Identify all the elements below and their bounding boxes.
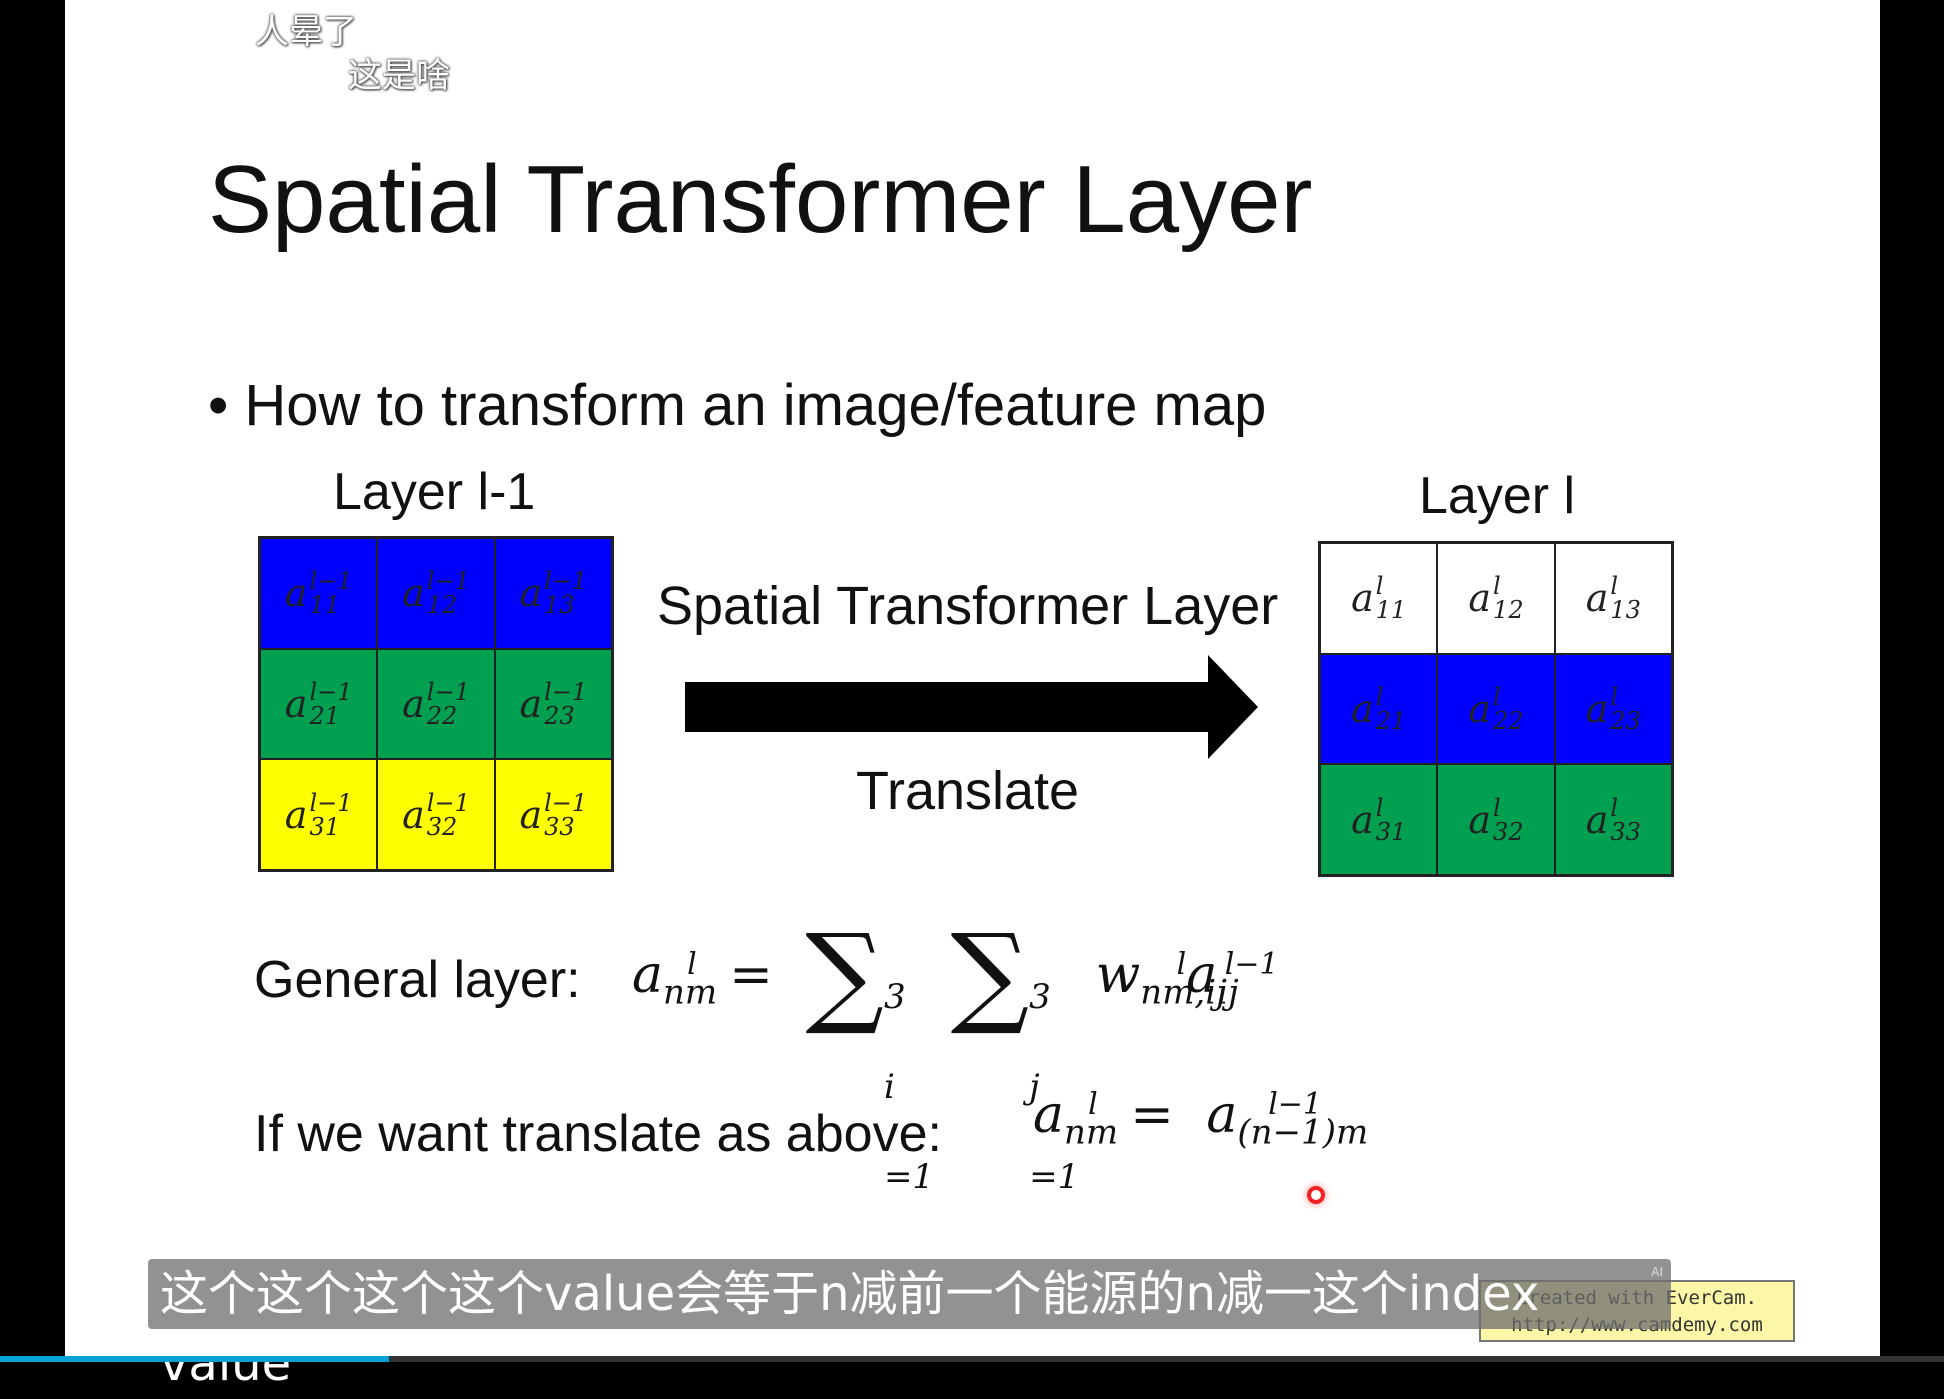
grid-cell: a l−1 33 [494,759,612,870]
bullet-point: • How to transform an image/feature map [208,373,1267,438]
danmaku-comment: 这是啥 [348,56,450,96]
grid-cell: a l−1 22 [377,648,495,760]
grid-cell: a l 23 [1554,653,1672,765]
grid-cell: a l−1 23 [494,648,612,760]
grid-cell: a l 22 [1437,653,1555,765]
grid-cell: a l−1 12 [377,538,495,649]
grid-cell: a l−1 13 [494,538,612,649]
subtitle-bar: 这个这个这个这个value会等于n减前一个能源的n减一这个index value… [148,1259,1671,1392]
grid-cell: a l 21 [1320,653,1438,765]
ai-badge: AI [1651,1265,1663,1279]
grid-cell: a l−1 32 [377,759,495,870]
grid-cell: a l 12 [1437,543,1555,654]
progress-fill [0,1356,389,1362]
grid-cell: a l−1 31 [260,759,378,870]
translate-formula: anml = a(n−1)ml−1 [1033,1085,1369,1153]
translate-condition-label: If we want translate as above: [254,1105,942,1163]
grid-cell: a l 32 [1437,764,1555,875]
left-layer-label: Layer l-1 [333,463,536,521]
right-feature-grid: a l 11 a l 12 a l 13 a l 21 a l 22 a l 23 a l 31 a l 32 a l 33 [1318,541,1674,877]
slide: Spatial Transformer Layer • How to trans… [65,0,1880,1362]
arrow-label: Spatial Transformer Layer [657,576,1279,636]
grid-cell: a l 13 [1554,543,1672,654]
cursor-pointer-icon [1307,1186,1325,1204]
right-layer-label: Layer l [1419,467,1576,525]
translate-label: Translate [856,761,1080,821]
grid-cell: a l−1 11 [260,538,378,649]
general-layer-label: General layer: [254,951,581,1009]
slide-title: Spatial Transformer Layer [208,146,1313,253]
bullet-text: How to transform an image/feature map [244,373,1267,438]
grid-cell: a l 11 [1320,543,1438,654]
grid-cell: a l 31 [1320,764,1438,875]
danmaku-comment: 人晕了 [255,12,357,52]
right-arrow-icon [685,655,1258,759]
left-feature-grid: a l−1 11 a l−1 12 a l−1 13 a l−1 21 a l−1 22 a l−1 23 a l−1… [258,536,614,872]
progress-bar[interactable] [0,1356,1944,1362]
grid-cell: a l 33 [1554,764,1672,875]
general-layer-formula: anml = ∑3 i =1 ∑3 j =1 wnm,ijlaijl−1 [632,910,1279,1197]
grid-cell: a l−1 21 [260,648,378,760]
